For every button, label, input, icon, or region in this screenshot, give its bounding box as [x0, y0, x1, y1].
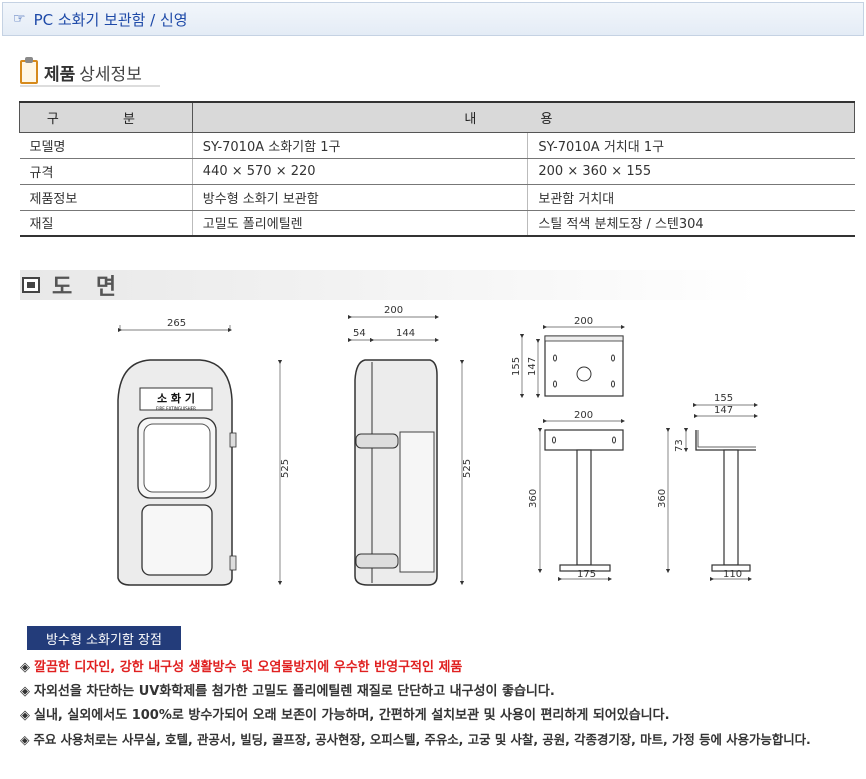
table-row: 규격 440 × 570 × 220 200 × 360 × 155	[19, 158, 855, 185]
feature-text: 실내, 실외에서도 100%로 방수가되어 오래 보존이 가능하며, 간편하게 …	[34, 708, 670, 723]
drawing-title: 도 면	[52, 275, 125, 300]
technical-drawing: 265 소 화 기 FIRE EXTINGUISHER 525 200 54 1…	[117, 305, 759, 586]
side-view: 200 54 144 525	[347, 305, 473, 586]
section-title-bold: 제품	[44, 64, 76, 85]
diamond-bullet-icon: ◈	[20, 684, 30, 699]
front-view: 265 소 화 기 FIRE EXTINGUISHER 525	[117, 318, 291, 586]
row-value-box: 고밀도 폴리에틸렌	[191, 210, 528, 237]
table-row: 제품정보 방수형 소화기 보관함 보관함 거치대	[19, 184, 855, 211]
dim-side-a: 54	[353, 328, 366, 339]
pointing-hand-icon: ☞	[13, 11, 26, 27]
dim-front-height: 525	[280, 459, 291, 478]
page-title: PC 소화기 보관함 / 신영	[33, 10, 188, 29]
row-label: 제품정보	[19, 184, 193, 211]
spec-table: 구 분 내 용 모델명 SY-7010A 소화기함 1구 SY-7010A 거치…	[19, 101, 856, 237]
dim-side-stand-top2: 147	[714, 405, 733, 416]
list-item: ◈ 실내, 실외에서도 100%로 방수가되어 오래 보존이 가능하며, 간편하게…	[20, 704, 860, 728]
dim-side-stand-base: 110	[723, 569, 742, 580]
list-item: ◈ 깔끔한 디자인, 강한 내구성 생활방수 및 오염물방지에 우수한 반영구적인…	[20, 656, 860, 680]
features-list: ◈ 깔끔한 디자인, 강한 내구성 생활방수 및 오염물방지에 우수한 반영구적인…	[20, 656, 860, 752]
section-heading-detail: 제품 상세정보	[20, 57, 160, 87]
feature-text: 자외선을 차단하는 UV화학제를 첨가한 고밀도 폴리에틸렌 재질로 단단하고 …	[34, 684, 555, 699]
diamond-bullet-icon: ◈	[20, 732, 30, 747]
row-value-box: 방수형 소화기 보관함	[191, 184, 528, 211]
dim-stand-base: 175	[577, 569, 596, 580]
feature-text: 깔끔한 디자인, 강한 내구성 생활방수 및 오염물방지에 우수한 반영구적인 …	[34, 660, 463, 675]
square-bullet-icon	[22, 277, 40, 293]
row-label: 재질	[19, 210, 193, 237]
dim-plate-width: 200	[574, 316, 593, 327]
table-header-row: 구 분 내 용	[19, 101, 856, 133]
diamond-bullet-icon: ◈	[20, 660, 30, 675]
row-value-stand: 200 × 360 × 155	[527, 158, 855, 185]
dim-side-stand-height: 360	[657, 489, 668, 508]
row-label: 규격	[19, 158, 193, 185]
drawing-heading: 도 면	[20, 270, 760, 300]
row-value-box: 440 × 570 × 220	[191, 158, 528, 185]
features-badge: 방수형 소화기함 장점	[27, 626, 181, 650]
diamond-bullet-icon: ◈	[20, 708, 30, 723]
plate-view: 200 155 147	[511, 316, 626, 399]
table-header-category: 구 분	[19, 101, 193, 133]
row-label: 모델명	[19, 132, 193, 159]
dim-stand-width: 200	[574, 410, 593, 421]
dim-front-width: 265	[167, 318, 186, 329]
row-value-stand: 스틸 적색 분체도장 / 스텐304	[527, 210, 855, 237]
dim-stand-height: 360	[528, 489, 539, 508]
dim-side-height: 525	[462, 459, 473, 478]
table-row: 재질 고밀도 폴리에틸렌 스틸 적색 분체도장 / 스텐304	[19, 210, 855, 237]
table-row: 모델명 SY-7010A 소화기함 1구 SY-7010A 거치대 1구	[19, 132, 855, 159]
clipboard-icon	[20, 57, 38, 84]
table-header-content: 내 용	[191, 101, 856, 133]
box-label: 소 화 기	[157, 391, 195, 405]
page-title-bar: ☞ PC 소화기 보관함 / 신영	[2, 2, 864, 36]
list-item: ◈ 주요 사용처로는 사무실, 호텔, 관공서, 빌딩, 골프장, 공사현장, 오…	[20, 728, 860, 752]
stand-side-view: 155 147 73 360 110	[657, 393, 759, 582]
dim-side-b: 144	[396, 328, 415, 339]
section-underline	[20, 85, 160, 87]
section-title-rest: 상세정보	[79, 64, 142, 85]
list-item: ◈ 자외선을 차단하는 UV화학제를 첨가한 고밀도 폴리에틸렌 재질로 단단하고…	[20, 680, 860, 704]
dim-side-width: 200	[384, 305, 403, 316]
row-value-stand: SY-7010A 거치대 1구	[527, 132, 855, 159]
dim-plate-h2: 147	[527, 357, 538, 376]
dim-side-stand-a: 73	[674, 439, 685, 452]
box-sublabel: FIRE EXTINGUISHER	[156, 406, 196, 411]
stand-front-view: 200 360 175	[528, 410, 626, 582]
feature-text: 주요 사용처로는 사무실, 호텔, 관공서, 빌딩, 골프장, 공사현장, 오피…	[33, 732, 811, 747]
dim-side-stand-top: 155	[714, 393, 733, 404]
row-value-stand: 보관함 거치대	[527, 184, 855, 211]
row-value-box: SY-7010A 소화기함 1구	[191, 132, 528, 159]
dim-plate-h1: 155	[511, 357, 522, 376]
